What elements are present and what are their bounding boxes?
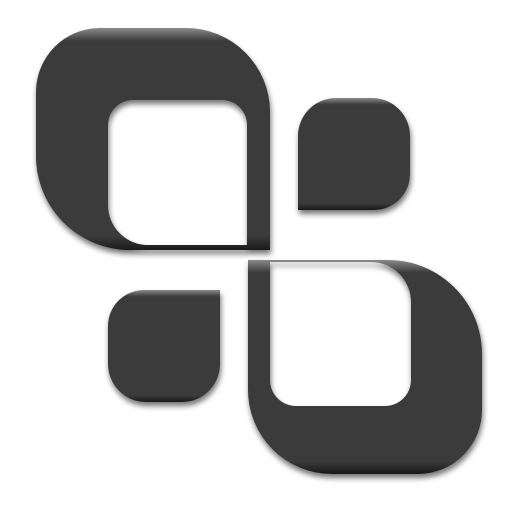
top-right-leaf-shape: [298, 98, 410, 210]
top-left-ring-shape: [36, 28, 270, 250]
bottom-right-ring-shape: [248, 260, 482, 474]
bottom-left-leaf-shape: [108, 290, 220, 402]
canvas: [0, 0, 512, 512]
four-rounded-leaf-knot-icon: [36, 28, 482, 474]
